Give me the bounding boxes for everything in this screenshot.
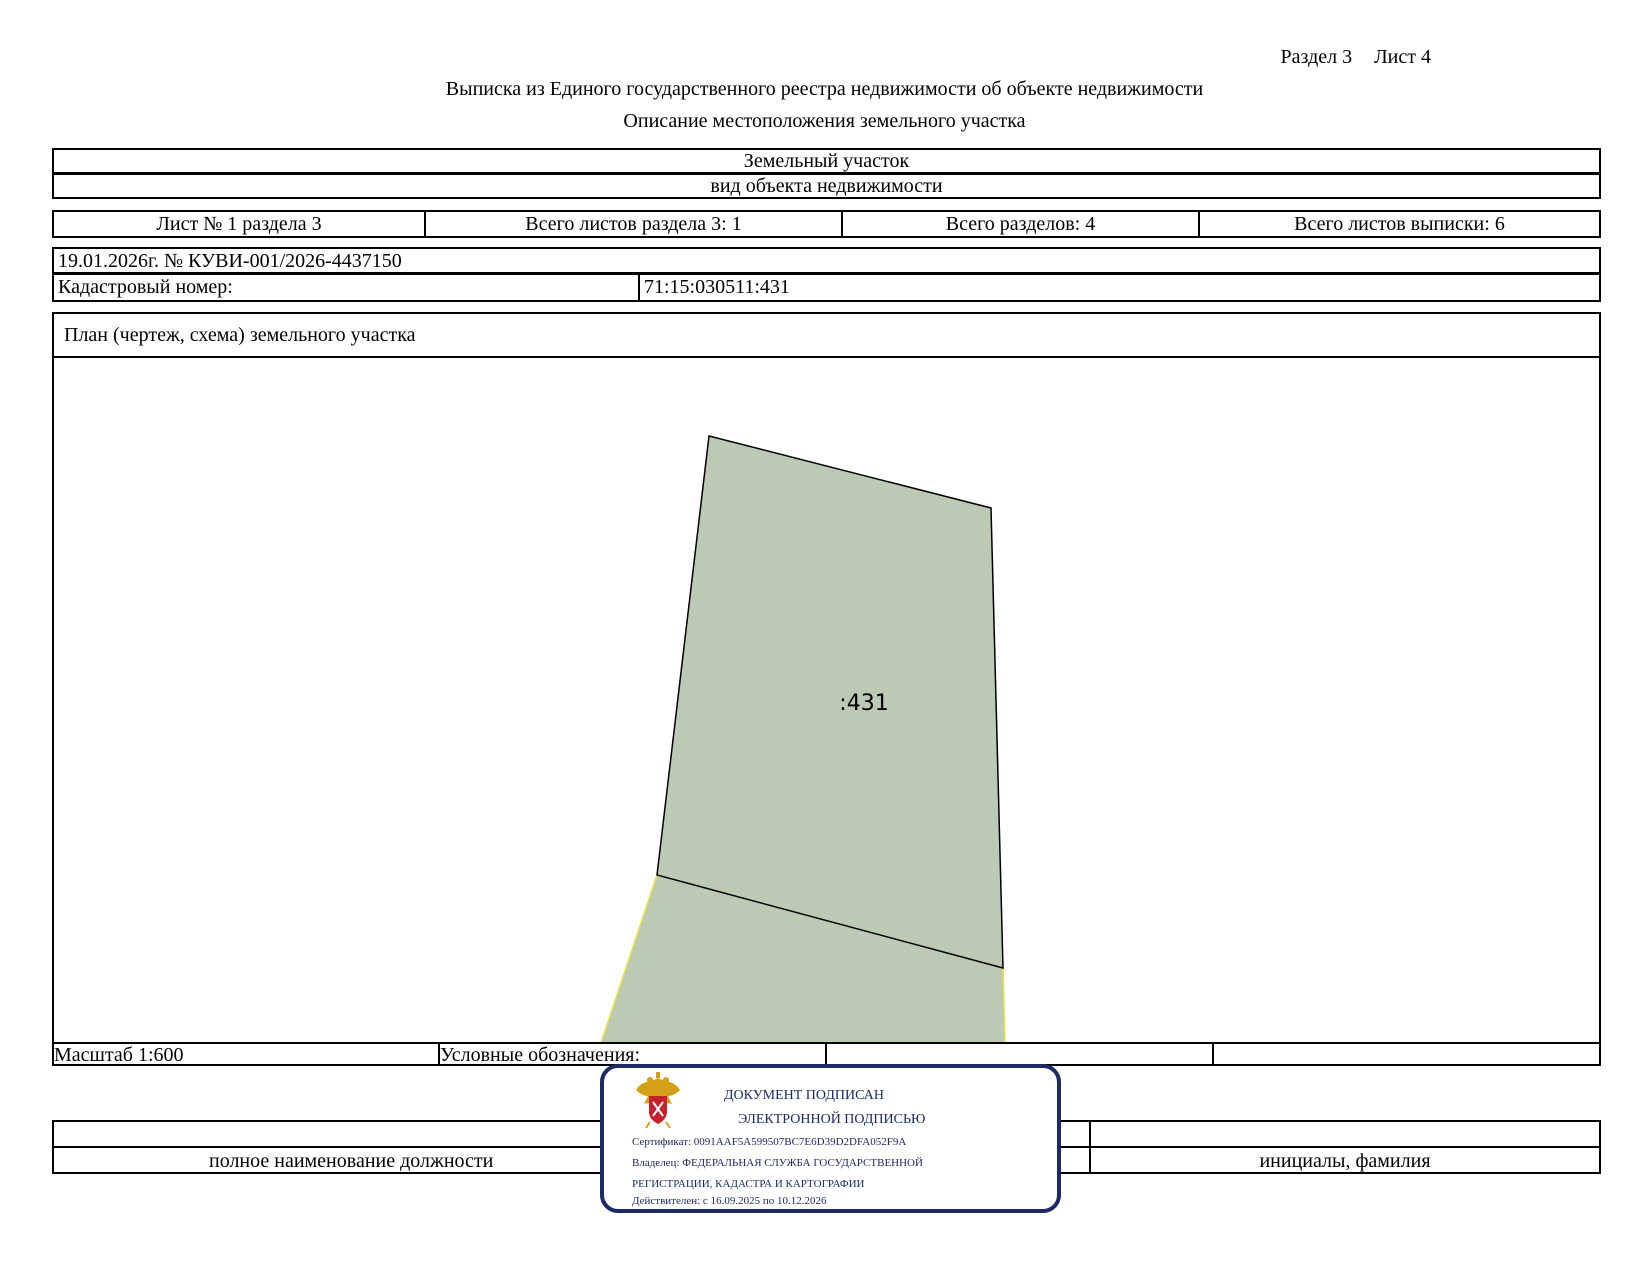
legend-symbols-label: Условные обозначения: xyxy=(440,1044,827,1066)
sheet-label: Лист 4 xyxy=(1374,46,1431,68)
plan-heading: План (чертеж, схема) земельного участка xyxy=(52,312,1601,358)
section-label: Раздел 3 xyxy=(1280,46,1353,68)
stamp-owner-line2: РЕГИСТРАЦИИ, КАДАСТРА И КАРТОГРАФИИ xyxy=(632,1178,865,1190)
cadastral-value: 71:15:030511:431 xyxy=(644,276,790,298)
legend-cell-3 xyxy=(827,1044,1214,1064)
sheet-number: Лист № 1 раздела 3 xyxy=(54,212,426,236)
document-subtitle: Описание местоположения земельного участ… xyxy=(623,110,1026,132)
document-title: Выписка из Единого государственного реес… xyxy=(445,78,1204,100)
cadastral-label: Кадастровый номер: xyxy=(54,275,640,300)
total-sections: Всего разделов: 4 xyxy=(843,212,1200,236)
stamp-title-line1: ДОКУМЕНТ ПОДПИСАН xyxy=(724,1088,884,1103)
legend-cell-4 xyxy=(1214,1044,1599,1064)
cadastral-row: Кадастровый номер: 71:15:030511:431 xyxy=(52,273,1601,302)
parcel-plan: :431 xyxy=(52,356,1601,1044)
e-signature-stamp: ДОКУМЕНТ ПОДПИСАН ЭЛЕКТРОННОЙ ПОДПИСЬЮ С… xyxy=(600,1064,1061,1213)
russian-coat-of-arms-icon xyxy=(636,1072,680,1129)
sheets-row: Лист № 1 раздела 3 Всего листов раздела … xyxy=(52,210,1601,238)
scale-label: Масштаб 1:600 xyxy=(54,1044,440,1066)
signature-name-cell xyxy=(1091,1122,1599,1146)
parcel-431 xyxy=(656,435,1004,969)
name-caption: инициалы, фамилия xyxy=(1259,1150,1431,1172)
stamp-certificate: Сертификат: 0091AAF5A599507BC7E6D39D2DFA… xyxy=(632,1136,907,1148)
object-type: Земельный участок xyxy=(52,148,1601,174)
legend-row: Масштаб 1:600 Условные обозначения: xyxy=(52,1042,1601,1066)
record-date-number: 19.01.2026г. № КУВИ-001/2026-4437150 xyxy=(52,247,1601,274)
stamp-validity: Действителен: с 16.09.2025 по 10.12.2026 xyxy=(632,1195,827,1207)
parcel-label: :431 xyxy=(839,691,888,716)
total-extract-sheets: Всего листов выписки: 6 xyxy=(1294,213,1505,235)
parcel-plan-svg: :431 xyxy=(600,435,1006,1042)
stamp-title-line2: ЭЛЕКТРОННОЙ ПОДПИСЬЮ xyxy=(738,1112,926,1127)
stamp-owner-line1: Владелец: ФЕДЕРАЛЬНАЯ СЛУЖБА ГОСУДАРСТВЕ… xyxy=(632,1157,923,1169)
total-section-sheets: Всего листов раздела 3: 1 xyxy=(426,212,843,236)
object-type-caption: вид объекта недвижимости xyxy=(52,173,1601,199)
page-section-sheet: Раздел 3 Лист 4 xyxy=(1281,46,1431,69)
